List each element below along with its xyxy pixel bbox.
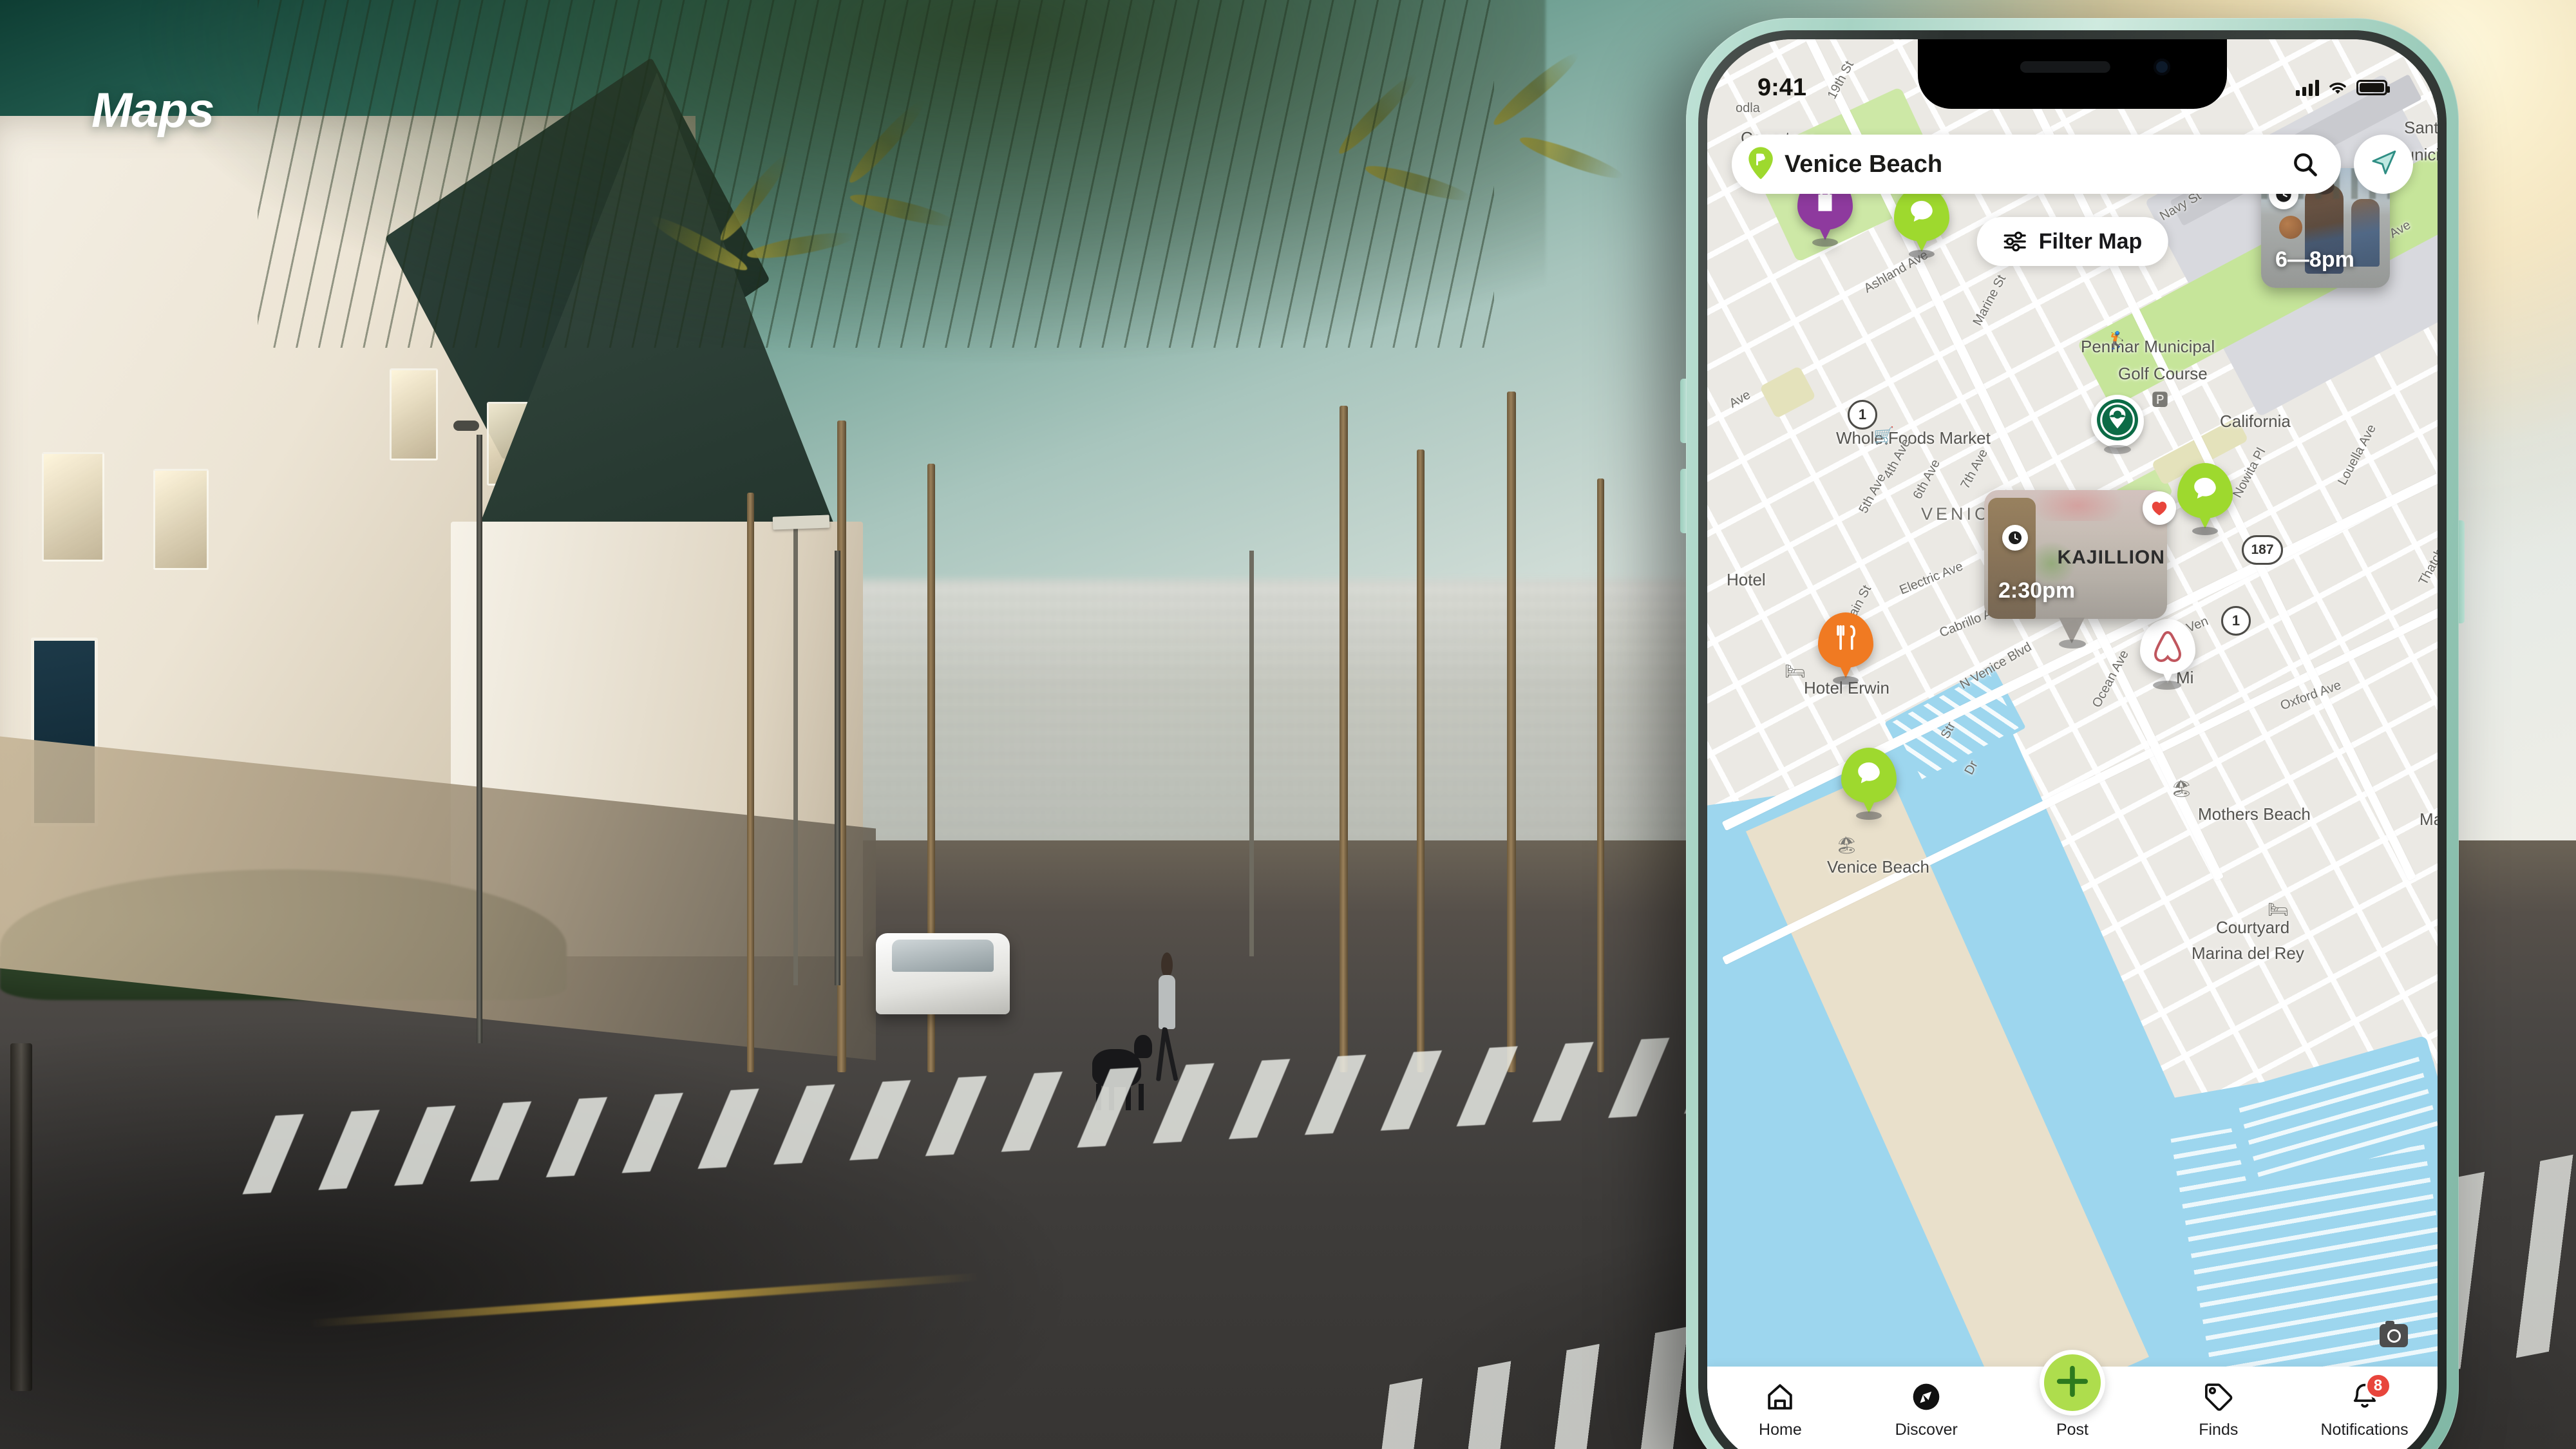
post-button[interactable] [2039,1350,2105,1416]
map-label: Mari [2420,810,2438,829]
search-value: Venice Beach [1785,150,1943,178]
starbucks-logo [2096,399,2139,444]
tab-discover[interactable]: Discover [1853,1379,2000,1439]
event-card-kajillion[interactable]: KAJILLION 2:30pm [1984,490,2167,619]
map-label: Mothers Beach [2198,804,2311,824]
airbnb-logo [2140,621,2195,672]
pin-base [1812,238,1838,247]
map-label: Courtyard [2216,918,2290,937]
search-row: Venice Beach [1732,135,2413,194]
map-label: Penmar Municipal [2081,337,2215,356]
plus-icon [2055,1364,2090,1402]
event-card-kajillion-base [2059,639,2086,649]
phone-device: Cemeteryodla19th StSantaMunicipalAirport… [1680,18,2465,1449]
home-icon [1765,1379,1795,1414]
power-button[interactable] [2459,520,2465,623]
compass-icon [1911,1379,1941,1414]
tab-home-label: Home [1759,1421,1802,1439]
camera-icon[interactable] [2380,1321,2408,1347]
phone-notch [1918,39,2227,109]
filter-map-label: Filter Map [2038,229,2143,254]
tab-notifications[interactable]: 8 Notifications [2291,1373,2438,1439]
map-label: Whole Foods Market [1836,428,1991,448]
filter-map-button[interactable]: Filter Map [1976,217,2168,266]
tab-discover-label: Discover [1895,1421,1958,1439]
chat-pin-beach[interactable] [1841,748,1897,820]
map-label: Hotel [1727,570,1766,589]
map-label: Golf Course [2118,364,2208,383]
navigation-arrow-icon [2367,147,2400,182]
airbnb-marker[interactable] [2140,619,2195,686]
starbucks-marker[interactable] [2091,395,2144,448]
tab-post[interactable]: Post [2000,1350,2146,1439]
chat-pin-east[interactable] [2177,463,2233,535]
street-sign [772,515,830,530]
fork-knife-icon [1818,612,1873,663]
map-label: odla [1736,101,1760,115]
chat-pin-north[interactable] [1894,186,1949,258]
starbucks-marker-base [2104,445,2131,454]
locate-me-button[interactable] [2354,135,2413,194]
pin-base [1856,811,1882,820]
search-icon[interactable] [2291,150,2319,178]
house-window [389,368,439,461]
airbnb-marker-base [2153,681,2181,690]
location-pin-icon [1746,146,1776,182]
beach-icon: 🏖 [1836,835,1858,855]
route-shield: 187 [2242,535,2283,565]
pin-base [1833,676,1859,685]
sliders-icon [2003,231,2027,252]
bell-icon: 8 [2350,1373,2391,1414]
route-shield: 1 [2221,606,2251,636]
tab-home[interactable]: Home [1707,1379,1853,1439]
event-card-basketball-time: 6—8pm [2275,247,2354,272]
parking-icon: 🅿 [2152,390,2169,410]
beach-icon: 🏖 [2171,779,2193,798]
tab-post-label: Post [2056,1421,2088,1439]
page-title: Maps [91,83,214,138]
phone-screen: Cemeteryodla19th StSantaMunicipalAirport… [1707,39,2438,1449]
lodging-icon: 🛏 [1785,661,1806,681]
earpiece-speaker [2020,61,2110,73]
volume-up-button[interactable] [1680,379,1686,443]
bottom-navigation: Home Discover Post Finds 8 Notifications [1707,1350,2438,1449]
search-input[interactable]: Venice Beach [1732,135,2341,194]
pin-base [1909,250,1935,258]
notification-badge: 8 [2365,1373,2391,1399]
map-label: Marina del Rey [2192,943,2304,963]
map-label: California [2220,412,2291,431]
grocery-icon: 🛒 [1873,426,1895,445]
front-camera [2154,59,2170,75]
event-card-kajillion-title: KAJILLION [2057,547,2165,568]
lodging-icon: 🛏 [2268,900,2289,919]
chat-bubble-icon [2177,463,2233,513]
tab-notifications-label: Notifications [2320,1421,2409,1439]
clock-icon [2002,525,2028,551]
chat-bubble-icon [1841,748,1897,798]
tab-finds[interactable]: Finds [2145,1379,2291,1439]
heart-icon[interactable] [2143,491,2176,525]
street-lamp-head [453,420,479,431]
house-window [41,452,104,562]
bare-tree-branches [258,0,1494,348]
golf-icon: 🏌 [2107,330,2128,350]
tab-finds-label: Finds [2199,1421,2239,1439]
volume-down-button[interactable] [1680,469,1686,533]
event-card-kajillion-time: 2:30pm [1998,578,2076,603]
house-window [153,469,209,570]
phone-bezel: Cemeteryodla19th StSantaMunicipalAirport… [1698,30,2447,1449]
restaurant-pin[interactable] [1818,612,1873,685]
map-label: Venice Beach [1827,857,1930,876]
pin-base [2192,527,2218,535]
tag-icon [2204,1379,2233,1414]
